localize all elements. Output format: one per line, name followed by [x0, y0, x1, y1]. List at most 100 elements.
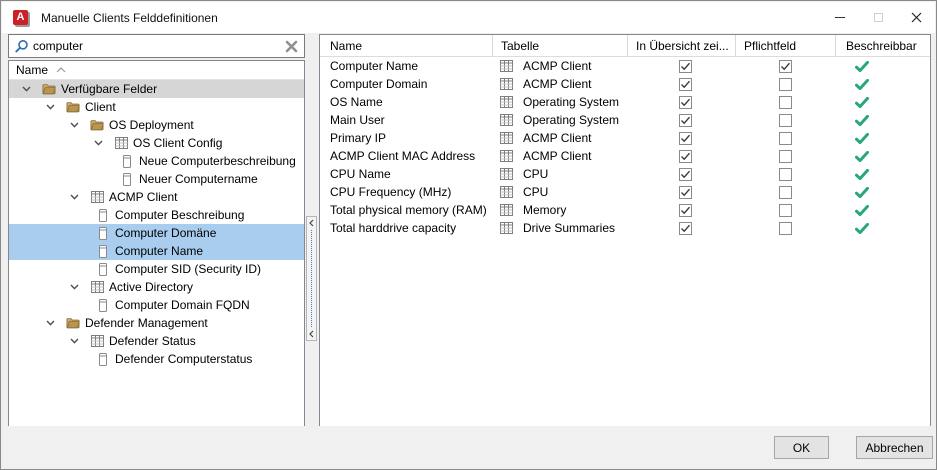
collapse-left-icon[interactable] [309, 328, 314, 340]
tree-column-header-name[interactable]: Name [9, 61, 304, 80]
writable-cell [835, 169, 930, 180]
overview-checkbox[interactable] [679, 78, 692, 91]
tree-node[interactable]: OS Client Config [9, 134, 304, 152]
tree-node-icon [90, 191, 104, 203]
folder-icon [42, 83, 56, 95]
close-button[interactable] [897, 2, 935, 33]
tree-node[interactable]: Neuer Computername [9, 170, 304, 188]
tree-node-label: Computer Domain FQDN [115, 298, 250, 312]
chevron-down-icon[interactable] [70, 122, 82, 128]
table-row[interactable]: Total harddrive capacity Drive Summaries [320, 219, 930, 237]
table-row[interactable]: ACMP Client MAC Address ACMP Client [320, 147, 930, 165]
table-row[interactable]: Computer Domain ACMP Client [320, 75, 930, 93]
tree-node[interactable]: Computer Beschreibung [9, 206, 304, 224]
tree-node[interactable]: Neue Computerbeschreibung [9, 152, 304, 170]
chevron-down-icon[interactable] [94, 140, 106, 146]
tree-node[interactable]: Computer Domäne [9, 224, 304, 242]
clear-search-icon[interactable] [285, 40, 298, 53]
writable-check-icon [855, 151, 869, 162]
tree-node[interactable]: Verfügbare Felder [9, 80, 304, 98]
overview-checkbox[interactable] [679, 186, 692, 199]
chevron-down-icon[interactable] [70, 284, 82, 290]
table-icon [500, 204, 513, 216]
field-name-cell: Computer Domain [320, 77, 492, 91]
required-checkbox[interactable] [779, 204, 792, 217]
tree-node[interactable]: Computer SID (Security ID) [9, 260, 304, 278]
chevron-down-icon[interactable] [70, 338, 82, 344]
overview-checkbox[interactable] [679, 150, 692, 163]
column-header-tabelle[interactable]: Tabelle [492, 35, 627, 56]
chevron-down-icon[interactable] [46, 104, 58, 110]
tree-node[interactable]: Defender Computerstatus [9, 350, 304, 368]
minimize-button[interactable] [821, 2, 859, 33]
overview-cell [627, 222, 735, 235]
column-header-name[interactable]: Name [320, 35, 492, 56]
column-header-uebersicht[interactable]: In Übersicht zei... [627, 35, 735, 56]
required-checkbox[interactable] [779, 60, 792, 73]
overview-checkbox[interactable] [679, 222, 692, 235]
overview-checkbox[interactable] [679, 96, 692, 109]
overview-checkbox[interactable] [679, 132, 692, 145]
field-name-cell: Total harddrive capacity [320, 221, 492, 235]
splitter[interactable] [306, 216, 317, 341]
ok-button[interactable]: OK [774, 436, 829, 459]
chevron-down-icon[interactable] [46, 320, 58, 326]
table-row[interactable]: CPU Frequency (MHz) CPU [320, 183, 930, 201]
tree-node[interactable]: Defender Status [9, 332, 304, 350]
tree-node-label: Client [85, 100, 116, 114]
overview-checkbox[interactable] [679, 168, 692, 181]
field-name-cell: OS Name [320, 95, 492, 109]
table-row[interactable]: Total physical memory (RAM) Memory [320, 201, 930, 219]
tree-node-label: Computer SID (Security ID) [115, 262, 261, 276]
cancel-button[interactable]: Abbrechen [856, 436, 933, 459]
overview-checkbox[interactable] [679, 114, 692, 127]
collapse-left-icon[interactable] [309, 217, 314, 229]
tree-panel: Name Verfügbare Felder Client OS Deploym… [8, 60, 305, 428]
column-header-beschreibbar[interactable]: Beschreibbar [835, 35, 930, 56]
search-input[interactable] [33, 35, 285, 57]
writable-cell [835, 97, 930, 108]
splitter-handle[interactable] [311, 230, 312, 327]
overview-checkbox[interactable] [679, 60, 692, 73]
required-checkbox[interactable] [779, 96, 792, 109]
required-checkbox[interactable] [779, 78, 792, 91]
table-row[interactable]: Computer Name ACMP Client [320, 57, 930, 75]
required-checkbox[interactable] [779, 114, 792, 127]
required-checkbox[interactable] [779, 222, 792, 235]
tree-node[interactable]: Active Directory [9, 278, 304, 296]
column-header-pflichtfeld[interactable]: Pflichtfeld [735, 35, 835, 56]
tree-node-icon [120, 173, 134, 186]
tree-node-label: Neue Computerbeschreibung [139, 154, 296, 168]
required-checkbox[interactable] [779, 150, 792, 163]
tree-node[interactable]: ACMP Client [9, 188, 304, 206]
field-name-cell: Computer Name [320, 59, 492, 73]
tree-node[interactable]: OS Deployment [9, 116, 304, 134]
tree-node[interactable]: Computer Name [9, 242, 304, 260]
required-cell [735, 114, 835, 127]
table-icon-slot [499, 222, 513, 234]
tree-node-label: OS Client Config [133, 136, 222, 150]
writable-check-icon [855, 169, 869, 180]
maximize-button[interactable] [859, 2, 897, 33]
table-row[interactable]: CPU Name CPU [320, 165, 930, 183]
chevron-down-icon[interactable] [22, 86, 34, 92]
field-name-cell: Primary IP [320, 131, 492, 145]
tree-node[interactable]: Client [9, 98, 304, 116]
chevron-down-icon[interactable] [70, 194, 82, 200]
table-icon [500, 78, 513, 90]
table-icon [500, 114, 513, 126]
overview-checkbox[interactable] [679, 204, 692, 217]
field-name-cell: ACMP Client MAC Address [320, 149, 492, 163]
field-icon [123, 173, 131, 186]
required-checkbox[interactable] [779, 186, 792, 199]
table-row[interactable]: Primary IP ACMP Client [320, 129, 930, 147]
table-row[interactable]: OS Name Operating System [320, 93, 930, 111]
tree-node[interactable]: Defender Management [9, 314, 304, 332]
grid-header: Name Tabelle In Übersicht zei... Pflicht… [320, 35, 930, 57]
tree-node-icon [120, 155, 134, 168]
required-checkbox[interactable] [779, 132, 792, 145]
tree-node[interactable]: Computer Domain FQDN [9, 296, 304, 314]
required-checkbox[interactable] [779, 168, 792, 181]
writable-check-icon [855, 79, 869, 90]
table-row[interactable]: Main User Operating System [320, 111, 930, 129]
